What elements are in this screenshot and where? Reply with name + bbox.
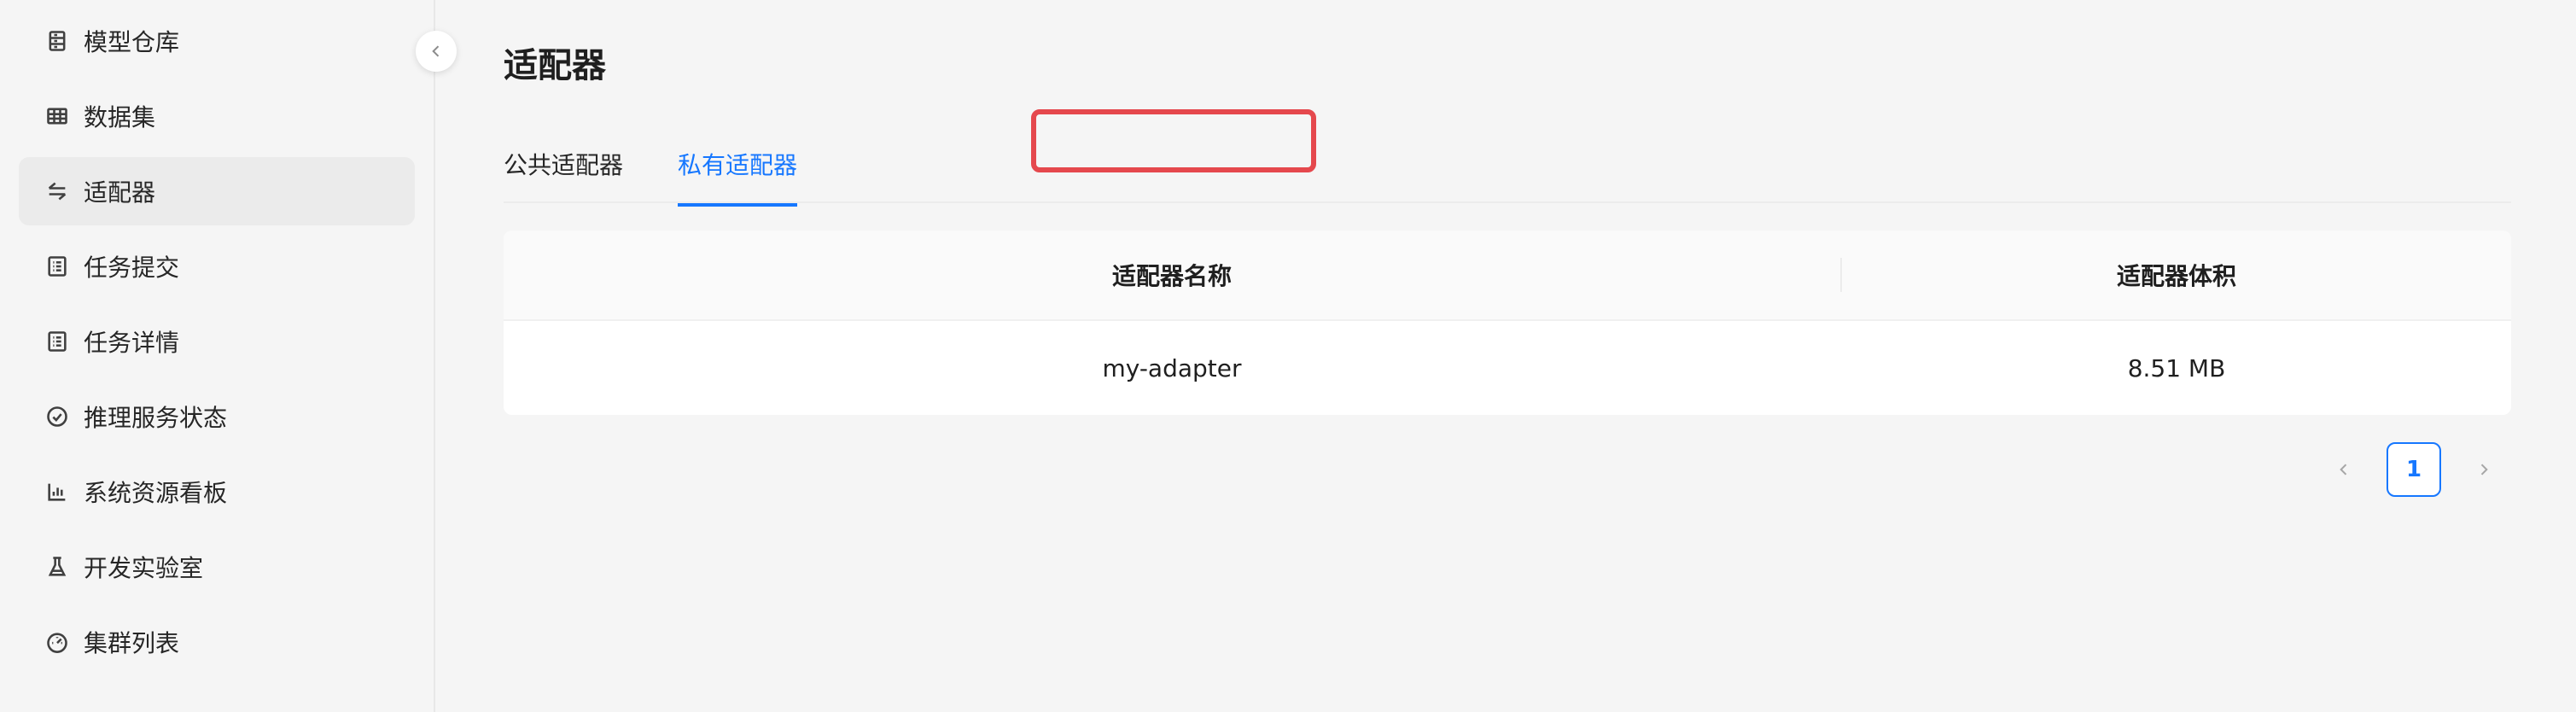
tab-public-adapters[interactable]: 公共适配器 — [504, 147, 623, 203]
task-detail-icon — [44, 329, 70, 354]
page-title: 适配器 — [504, 46, 606, 85]
sidebar-item-cluster-list[interactable]: 集群列表 — [19, 608, 415, 676]
swap-icon — [44, 178, 70, 204]
sidebar-item-label: 集群列表 — [84, 629, 180, 657]
highlight-annotation-box — [1031, 109, 1316, 172]
sidebar-item-task-detail[interactable]: 任务详情 — [19, 307, 415, 376]
pagination: 1 — [2317, 442, 2511, 497]
chevron-right-icon — [2475, 461, 2492, 478]
chevron-left-icon — [428, 43, 445, 60]
bar-chart-icon — [44, 479, 70, 505]
sidebar-item-label: 数据集 — [84, 103, 156, 131]
prev-page-button[interactable] — [2317, 442, 2371, 497]
column-header-name[interactable]: 适配器名称 — [504, 231, 1840, 319]
model-repo-icon — [44, 28, 70, 54]
tab-bar: 公共适配器 私有适配器 — [504, 128, 2511, 207]
dashboard-icon — [44, 629, 70, 655]
sidebar-item-label: 开发实验室 — [84, 554, 204, 582]
sidebar-item-label: 系统资源看板 — [84, 479, 228, 507]
page-number-button[interactable]: 1 — [2387, 442, 2441, 497]
check-circle-icon — [44, 404, 70, 429]
adapter-size-cell: 8.51 MB — [2127, 353, 2226, 382]
sidebar-item-model-repo[interactable]: 模型仓库 — [19, 7, 415, 75]
next-page-button[interactable] — [2457, 442, 2511, 497]
chevron-left-icon — [2335, 461, 2352, 478]
adapters-table: 适配器名称 适配器体积 my-adapter 8.51 MB — [504, 231, 2511, 415]
sidebar-item-datasets[interactable]: 数据集 — [19, 82, 415, 150]
flask-icon — [44, 554, 70, 580]
sidebar-item-dev-lab[interactable]: 开发实验室 — [19, 533, 415, 601]
sidebar-item-resource-dashboard[interactable]: 系统资源看板 — [19, 458, 415, 526]
column-header-size[interactable]: 适配器体积 — [1842, 231, 2511, 319]
app-window: 模型仓库 数据集 适配器 任务提交 任务详情 推理服务状态 系统资源看板 开发实… — [0, 0, 2576, 712]
sidebar-item-label: 模型仓库 — [84, 28, 180, 56]
collapse-sidebar-button[interactable] — [416, 31, 457, 72]
task-list-icon — [44, 254, 70, 279]
sidebar-item-inference-status[interactable]: 推理服务状态 — [19, 382, 415, 451]
sidebar-item-label: 任务提交 — [84, 254, 180, 282]
sidebar-item-label: 任务详情 — [84, 329, 180, 357]
table-row[interactable]: my-adapter 8.51 MB — [504, 321, 2511, 415]
sidebar-item-label: 适配器 — [84, 178, 156, 207]
table-icon — [44, 103, 70, 129]
sidebar: 模型仓库 数据集 适配器 任务提交 任务详情 推理服务状态 系统资源看板 开发实… — [0, 0, 435, 712]
sidebar-item-label: 推理服务状态 — [84, 404, 228, 432]
tab-private-adapters[interactable]: 私有适配器 — [678, 147, 798, 207]
adapter-name-cell[interactable]: my-adapter — [504, 321, 1840, 415]
sidebar-item-adapters[interactable]: 适配器 — [19, 157, 415, 225]
main-content: 适配器 公共适配器 私有适配器 适配器名称 适配器体积 my-adapter 8… — [504, 0, 2511, 712]
table-header: 适配器名称 适配器体积 — [504, 231, 2511, 321]
sidebar-item-task-submit[interactable]: 任务提交 — [19, 232, 415, 301]
